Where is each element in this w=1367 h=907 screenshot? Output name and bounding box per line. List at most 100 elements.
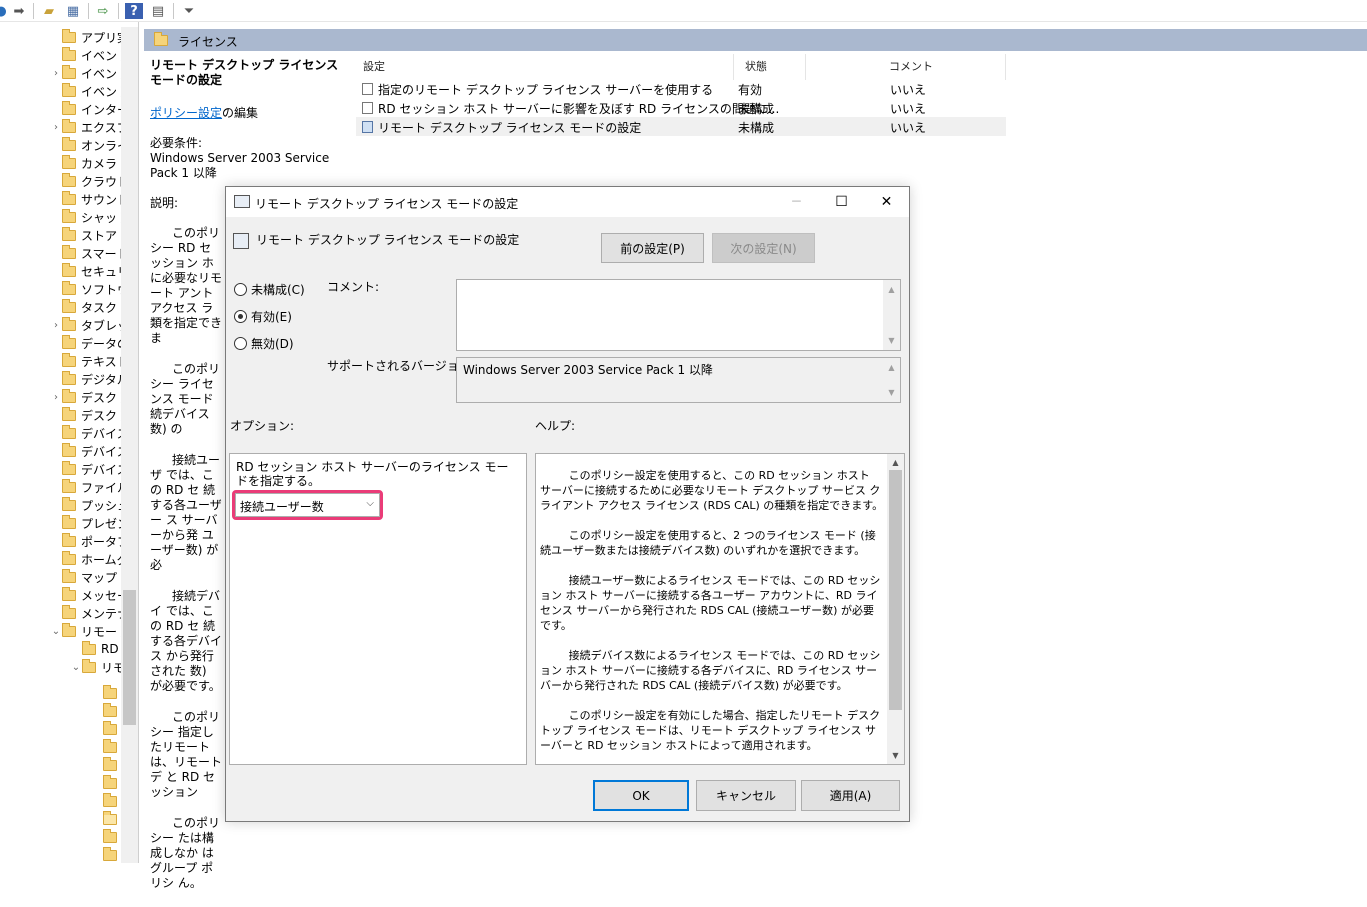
column-divider[interactable] [733,54,734,80]
folder-icon[interactable] [103,775,117,789]
export-list-icon[interactable]: ⇨ [94,3,112,19]
tree-item[interactable]: デバイス [50,424,129,442]
tree-item[interactable]: デバイス [50,460,129,478]
folder-icon[interactable] [103,829,117,843]
tree-item[interactable]: ファイル [50,478,129,496]
help-scrollbar[interactable]: ▲ ▼ [887,454,904,764]
folder-icon[interactable] [103,811,117,825]
tree-item[interactable]: イベント [50,46,129,64]
tree-item[interactable]: デバイス [50,442,129,460]
expand-chevron-icon[interactable]: ⌄ [70,662,82,673]
help-panel[interactable]: このポリシー設定を使用すると、この RD セッション ホスト サーバーに接続する… [535,453,905,765]
tree-item[interactable]: カメラ [50,154,117,172]
tree-item[interactable]: › デスクト [50,388,129,406]
tree-item[interactable]: テキスト [50,352,129,370]
ok-button[interactable]: OK [593,780,689,811]
scroll-down-icon[interactable]: ▼ [883,385,900,400]
radio-circle[interactable] [234,282,247,296]
filter-icon[interactable]: ⏷ [180,3,198,19]
back-arrow-icon[interactable]: ● [0,3,10,19]
supported-scrollbar[interactable]: ▲ ▼ [883,358,900,402]
column-header-comment[interactable]: コメント [889,58,933,74]
tree-item[interactable]: オンライ [50,136,129,154]
tree-item[interactable]: RD [70,640,119,658]
folder-icon[interactable] [103,847,117,861]
column-divider[interactable] [1005,54,1006,80]
previous-setting-button[interactable]: 前の設定(P) [601,233,704,263]
radio-circle[interactable] [234,309,247,323]
minimize-icon[interactable]: ─ [774,187,819,217]
tree-item[interactable]: シャット [50,208,129,226]
tree-item[interactable]: ポータブ [50,532,129,550]
tree-item[interactable]: メッセー [50,586,129,604]
help-scrollbar-thumb[interactable] [889,470,902,710]
next-setting-button[interactable]: 次の設定(N) [712,233,815,263]
tree-item[interactable]: メンテナ [50,604,129,622]
close-icon[interactable]: ✕ [864,187,909,217]
radio-enabled[interactable]: 有効(E) [234,307,292,325]
pane-splitter[interactable] [138,22,144,863]
folder-icon[interactable] [103,703,117,717]
expand-chevron-icon[interactable]: › [50,68,62,79]
folder-icon[interactable] [103,793,117,807]
maximize-icon[interactable]: ☐ [819,187,864,217]
radio-disabled[interactable]: 無効(D) [234,334,294,352]
tree-item[interactable]: ⌄ リモ [70,658,125,676]
tree-item[interactable]: ホームグ [50,550,129,568]
tree-item[interactable]: セキュリ [50,262,129,280]
tree-item[interactable]: アプリ実 [50,28,129,46]
expand-chevron-icon[interactable]: › [50,122,62,133]
expand-chevron-icon[interactable]: › [50,392,62,403]
properties-icon[interactable]: ▤ [149,3,167,19]
folder-icon[interactable] [103,721,117,735]
tree-item[interactable]: スマート [50,244,129,262]
tree-item[interactable]: サウンド [50,190,129,208]
dialog-titlebar[interactable]: リモート デスクトップ ライセンス モードの設定 ─ ☐ ✕ [226,187,909,217]
tree-item[interactable]: プレゼン [50,514,129,532]
scroll-down-icon[interactable]: ▼ [883,333,900,348]
expand-chevron-icon[interactable]: ⌄ [50,626,62,637]
tree-item[interactable]: イベント [50,82,129,100]
tree-item[interactable]: デジタル [50,370,129,388]
folder-icon[interactable] [103,739,117,753]
radio-circle[interactable] [234,336,247,350]
tree-item[interactable]: データの [50,334,129,352]
column-header-state[interactable]: 状態 [745,58,767,74]
forward-arrow-icon[interactable]: ➡ [10,3,28,19]
tree-item[interactable]: ソフトウ [50,280,129,298]
tree-item[interactable]: インター [50,100,129,118]
scroll-up-icon[interactable]: ▲ [883,360,900,375]
folder-icon[interactable] [103,685,117,699]
chevron-down-icon[interactable]: ⌵ [366,498,374,509]
license-mode-select[interactable]: 接続ユーザー数 ⌵ [235,493,380,517]
scroll-up-icon[interactable]: ▲ [883,282,900,297]
policy-tree[interactable]: アプリ実 イベント › イベント イベント インター › エクスプ オンライ カメラ クラウド サウン… [0,27,138,863]
column-header-setting[interactable]: 設定 [363,58,385,74]
tree-item[interactable]: マップ [50,568,117,586]
show-hide-tree-icon[interactable]: ▦ [64,3,82,19]
settings-list[interactable]: 設定 状態 コメント 指定のリモート デスクトップ ライセンス サーバーを使用す… [356,52,1006,142]
cancel-button[interactable]: キャンセル [696,780,796,811]
help-icon[interactable]: ? [125,3,143,19]
folder-icon[interactable] [103,757,117,771]
tree-item[interactable]: ⌄ リモート [50,622,129,640]
tree-scrollbar[interactable] [121,27,138,863]
up-folder-icon[interactable]: ▰ [40,3,58,19]
edit-policy-link[interactable]: ポリシー設定 [150,106,222,120]
comment-scrollbar[interactable]: ▲ ▼ [883,280,900,350]
setting-row[interactable]: RD セッション ホスト サーバーに影響を及ぼす RD ライセンスの問題に...… [356,98,1006,117]
tree-item[interactable]: プッシュ [50,496,129,514]
tree-item[interactable]: › エクスプ [50,118,129,136]
setting-row-selected[interactable]: リモート デスクトップ ライセンス モードの設定 未構成 いいえ [356,117,1006,136]
tree-item[interactable]: クラウド [50,172,129,190]
apply-button[interactable]: 適用(A) [801,780,900,811]
comment-textarea[interactable]: ▲ ▼ [456,279,901,351]
tree-item[interactable]: › イベント [50,64,129,82]
scroll-down-icon[interactable]: ▼ [887,748,904,763]
expand-chevron-icon[interactable]: › [50,320,62,331]
scroll-up-icon[interactable]: ▲ [887,455,904,470]
column-divider[interactable] [805,54,806,80]
tree-scrollbar-thumb[interactable] [123,590,136,725]
radio-not-configured[interactable]: 未構成(C) [234,280,305,298]
tree-item[interactable]: デスクト [50,406,129,424]
